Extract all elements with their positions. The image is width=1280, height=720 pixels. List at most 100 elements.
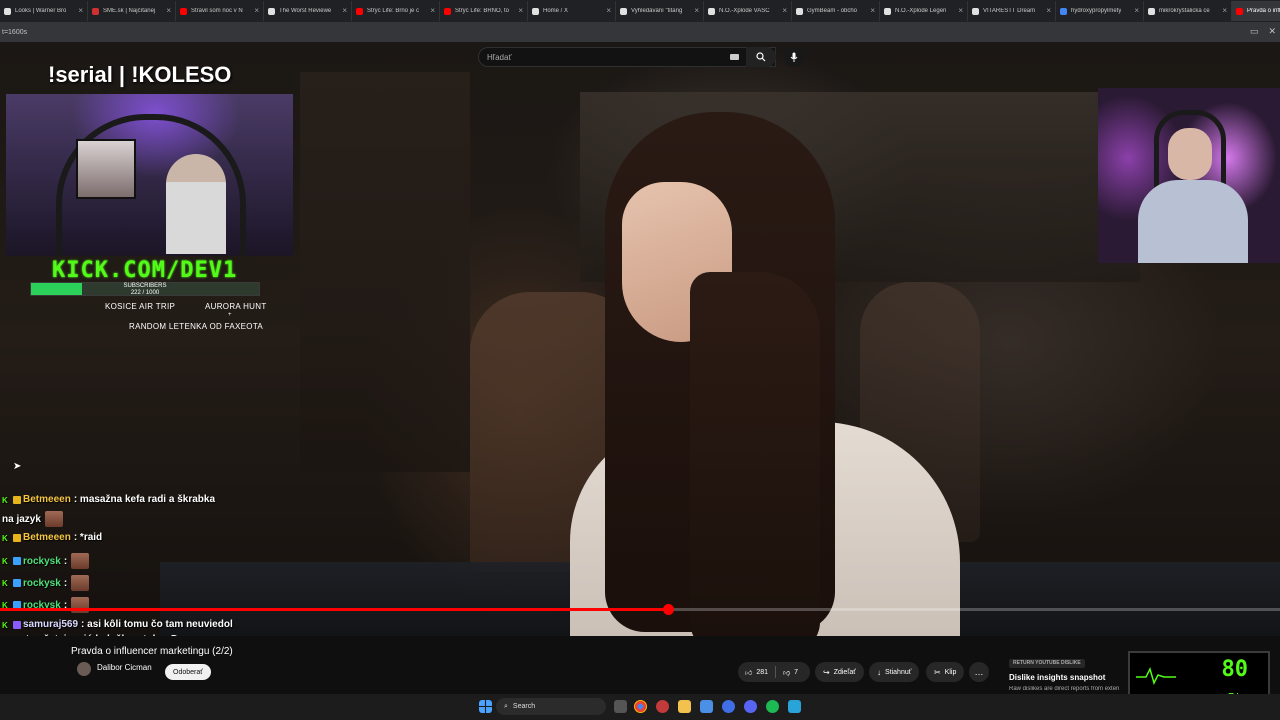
taskbar-search[interactable]: ⌕ Search — [496, 698, 606, 715]
browser-tab[interactable]: GymBeam - obcho × — [792, 1, 880, 21]
browser-tab[interactable]: Home / X × — [528, 1, 616, 21]
tab-close-icon[interactable]: × — [694, 6, 699, 15]
clip-button[interactable]: ✂ Klip — [926, 662, 965, 682]
tab-close-icon[interactable]: × — [870, 6, 875, 15]
tab-close-icon[interactable]: × — [166, 6, 171, 15]
browser-tab[interactable]: The Worst Reviewe × — [264, 1, 352, 21]
browser-tab[interactable]: N.O.-Xplode VASC × — [704, 1, 792, 21]
browser-tab[interactable]: VITARESTT Dream × — [968, 1, 1056, 21]
tab-title: Home / X — [543, 8, 569, 14]
like-button[interactable]: 👍︎ 281 — [738, 662, 775, 682]
person-hair — [690, 272, 820, 636]
chat-message: Krockysk: — [2, 553, 90, 569]
browser-tab-bar: Looks | Warner Bro × SME.sk | Najčítanej × S… — [0, 0, 1280, 22]
more-actions-button[interactable]: … — [969, 662, 989, 682]
browser-tab[interactable]: mikrokryštalická ce × — [1144, 1, 1232, 21]
tab-favicon-icon — [796, 7, 803, 15]
background-wall — [300, 72, 470, 472]
app-icon[interactable] — [788, 700, 801, 713]
chat-badge-icon — [13, 579, 21, 587]
chrome-icon[interactable] — [634, 700, 647, 713]
chat-badge-icon — [13, 495, 21, 504]
channel-avatar[interactable] — [77, 662, 91, 676]
chat-badge-icon — [13, 533, 21, 542]
browser-tab[interactable]: hydroxypropylmety × — [1056, 1, 1144, 21]
streamer — [166, 154, 226, 254]
search-button[interactable] — [746, 47, 776, 67]
tab-close-icon[interactable]: × — [958, 6, 963, 15]
tab-favicon-icon — [444, 7, 451, 15]
subscribe-button[interactable]: Odoberať — [165, 664, 211, 680]
stream-overlay-title: !serial | !KOLESO — [48, 62, 232, 87]
download-button[interactable]: ↓ Stiahnuť — [869, 662, 920, 682]
browser-tab[interactable]: Looks | Warner Bro × — [0, 1, 88, 21]
progress-bar[interactable] — [0, 604, 1280, 615]
thumbs-up-icon: 👍︎ — [745, 669, 753, 677]
file-explorer-icon[interactable] — [678, 700, 691, 713]
tab-close-icon[interactable]: × — [1134, 6, 1139, 15]
windows-start-icon[interactable] — [479, 700, 492, 713]
address-bar[interactable]: t=1600s ▭ ✕ — [0, 22, 1280, 42]
app-icon[interactable] — [700, 700, 713, 713]
tab-favicon-icon — [356, 7, 363, 15]
browser-tab[interactable]: N.O.-Xplode Legen × — [880, 1, 968, 21]
tab-favicon-icon — [92, 7, 99, 15]
search-input[interactable] — [487, 52, 717, 62]
browser-tab[interactable]: Strávil som noc v N × — [176, 1, 264, 21]
chat-username: rockysk — [23, 577, 61, 589]
tab-title: SME.sk | Najčítanej — [103, 8, 156, 14]
tab-favicon-icon — [884, 7, 891, 15]
browser-tab[interactable]: Vyhledávání "titang × — [616, 1, 704, 21]
search-box[interactable] — [478, 47, 776, 67]
discord-icon[interactable] — [744, 700, 757, 713]
channel-name[interactable]: Dalibor Cicman — [97, 663, 152, 672]
voice-search-button[interactable] — [784, 47, 804, 67]
browser-tab[interactable]: Pravda o influe× — [1232, 1, 1280, 21]
subscriber-goal-bar: SUBSCRIBERS 222 / 1000 — [30, 282, 260, 296]
task-view-icon[interactable] — [614, 700, 627, 713]
tab-favicon-icon — [972, 7, 979, 15]
browser-tab[interactable]: Strýc Life: BRNO, to × — [440, 1, 528, 21]
browser-tab[interactable]: Strýc Life: Brno je c × — [352, 1, 440, 21]
app-icon[interactable] — [656, 700, 669, 713]
tab-close-icon[interactable]: × — [78, 6, 83, 15]
tab-title: Vyhledávání "titang — [631, 8, 683, 14]
share-label: Zdieľať — [833, 668, 856, 676]
kick-badge-icon: K — [2, 620, 8, 630]
keyboard-icon[interactable] — [730, 54, 739, 60]
subscribers-count: 222 / 1000 — [130, 290, 160, 296]
chat-badge-icon — [13, 557, 21, 565]
ryd-description: Raw dislikes are direct reports from ext… — [1009, 686, 1120, 692]
tab-title: Strýc Life: BRNO, to — [455, 8, 510, 14]
tab-title: N.O.-Xplode Legen — [895, 8, 947, 14]
app-icon[interactable] — [722, 700, 735, 713]
search-icon: ⌕ — [504, 702, 508, 710]
cast-icon[interactable]: ▭ — [1250, 26, 1259, 37]
tab-close-icon[interactable]: × — [1222, 6, 1227, 15]
tab-close-icon[interactable]: × — [518, 6, 523, 15]
tab-close-icon[interactable]: × — [342, 6, 347, 15]
chat-username: rockysk — [23, 555, 61, 567]
tab-favicon-icon — [620, 7, 627, 15]
kick-badge-icon: K — [2, 579, 8, 588]
tab-favicon-icon — [4, 7, 11, 15]
browser-tab[interactable]: SME.sk | Najčítanej × — [88, 1, 176, 21]
tab-close-icon[interactable]: × — [782, 6, 787, 15]
kick-badge-icon: K — [2, 533, 8, 543]
goal-text: KOSICE AIR TRIP — [105, 302, 176, 311]
tab-favicon-icon — [1060, 7, 1067, 15]
tab-title: VITARESTT Dream — [983, 8, 1036, 14]
chat-text: na jazyk — [2, 513, 41, 525]
streamer-facecam — [1098, 88, 1280, 263]
tab-close-icon[interactable]: × — [606, 6, 611, 15]
address-text[interactable]: t=1600s — [2, 29, 27, 36]
tab-title: Strávil som noc v N — [191, 8, 243, 14]
tab-close-icon[interactable]: × — [254, 6, 259, 15]
tab-close-icon[interactable]: × — [430, 6, 435, 15]
spotify-icon[interactable] — [766, 700, 779, 713]
tab-close-icon[interactable]: × — [1046, 6, 1051, 15]
dislike-button[interactable]: 👎︎ 7 — [776, 662, 805, 682]
chat-message: na jazyk — [2, 511, 63, 527]
share-button[interactable]: ↪ Zdieľať — [815, 662, 864, 682]
close-icon[interactable]: ✕ — [1268, 26, 1276, 37]
